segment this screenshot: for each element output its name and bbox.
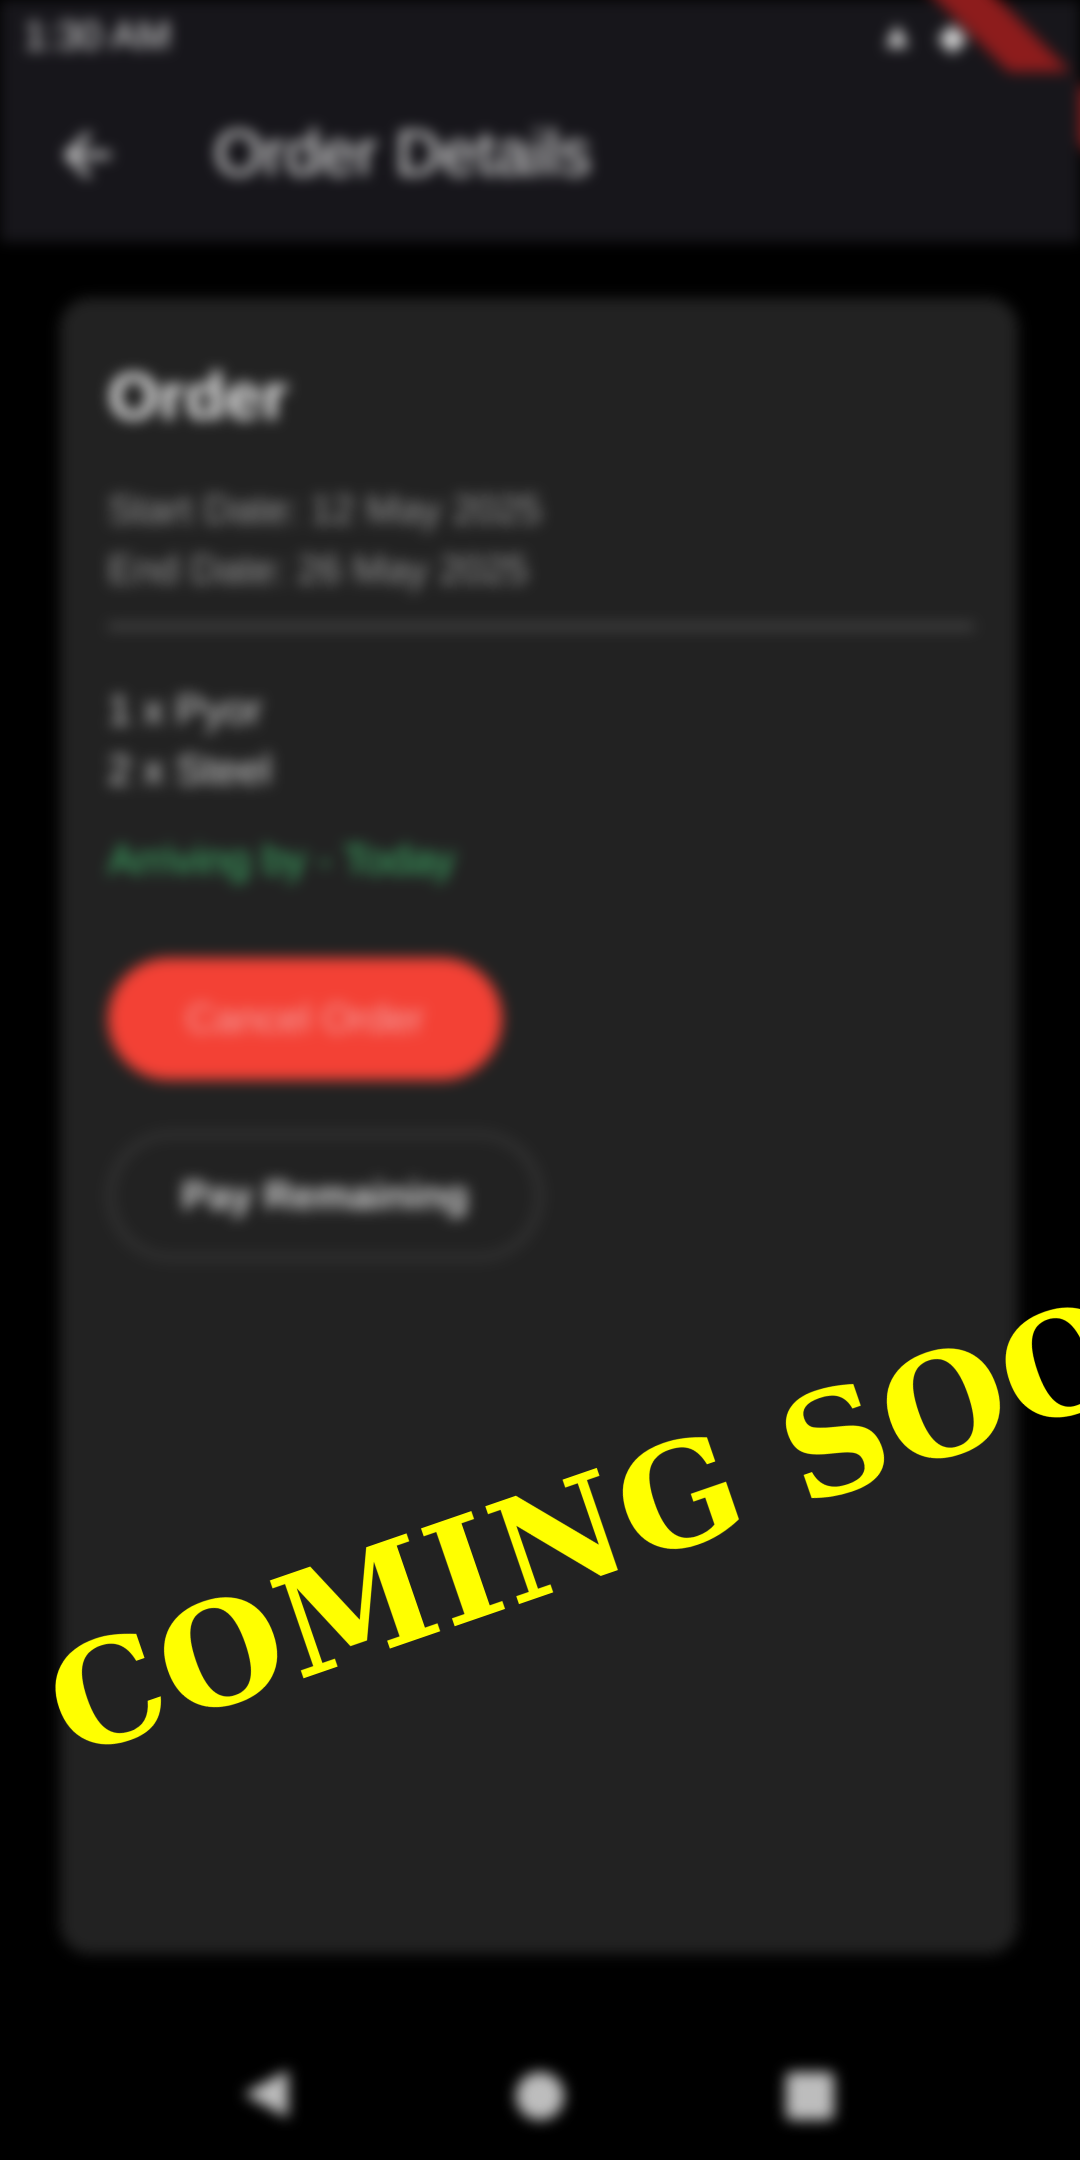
- cancel-order-button[interactable]: Cancel Order: [108, 958, 502, 1080]
- system-nav-bar: [0, 2010, 1080, 2160]
- page-title: Order Details: [214, 117, 591, 189]
- arrow-back-icon[interactable]: [52, 120, 122, 190]
- signal-icon: ▲: [878, 14, 916, 56]
- start-date: Start Date: 12 May 2025: [108, 488, 542, 532]
- nav-back-icon[interactable]: [244, 2070, 288, 2118]
- pay-remaining-label: Pay Remaining: [181, 1173, 469, 1218]
- screen: 1:30 AM ▲ ◆ ▮ Order Details Order Start …: [0, 0, 1080, 2160]
- order-item: 2 x Steel: [108, 746, 272, 793]
- nav-home-icon[interactable]: [516, 2072, 564, 2120]
- status-time: 1:30 AM: [24, 14, 171, 58]
- order-title: Order: [108, 359, 288, 433]
- nav-recents-icon[interactable]: [786, 2072, 834, 2120]
- blurred-content: 1:30 AM ▲ ◆ ▮ Order Details Order Start …: [0, 0, 1080, 2160]
- order-item: 1 x Pyor: [108, 686, 263, 733]
- pay-remaining-button[interactable]: Pay Remaining: [108, 1132, 542, 1260]
- divider: [108, 624, 974, 629]
- cancel-order-label: Cancel Order: [186, 996, 424, 1041]
- end-date: End Date: 26 May 2025: [108, 548, 529, 592]
- arrival-status: Arriving by - Today: [108, 836, 456, 883]
- status-bar: 1:30 AM ▲ ◆ ▮: [0, 0, 1080, 160]
- app-bar: Order Details: [0, 72, 1080, 242]
